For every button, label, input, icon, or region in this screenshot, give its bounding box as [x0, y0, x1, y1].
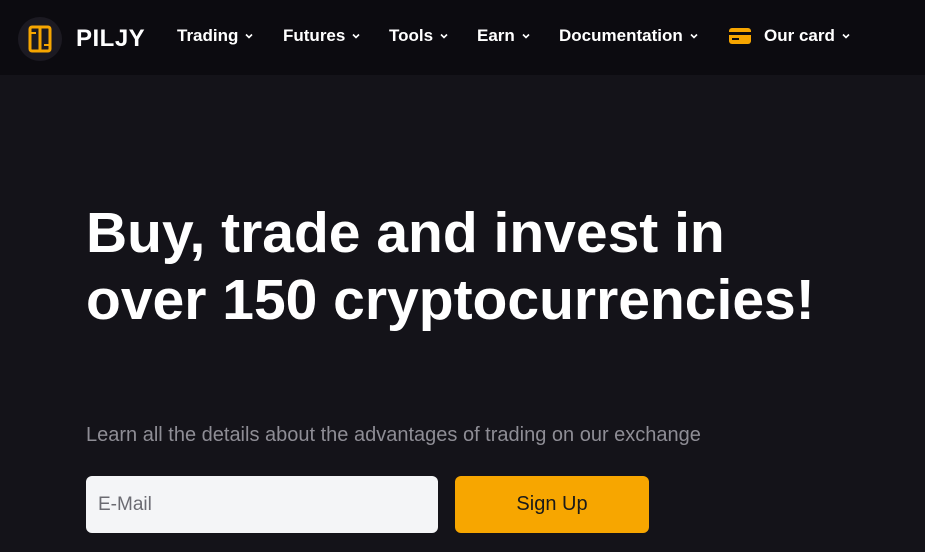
nav-item-label: Our card — [764, 26, 835, 45]
nav-item-earn[interactable]: Earn — [477, 26, 531, 46]
brand-logo[interactable]: PILJY — [18, 17, 145, 61]
chevron-down-icon — [689, 31, 699, 41]
top-navbar: PILJY Trading Futures Tools Earn Documen… — [0, 0, 925, 75]
nav-item-label: Documentation — [559, 26, 683, 45]
nav-item-documentation[interactable]: Documentation — [559, 26, 699, 46]
email-input[interactable] — [86, 476, 438, 533]
nav-item-label: Earn — [477, 26, 515, 45]
chevron-down-icon — [521, 31, 531, 41]
nav-item-label: Futures — [283, 26, 346, 45]
chevron-down-icon — [244, 31, 254, 41]
nav-item-label: Trading — [177, 26, 239, 45]
hero-title: Buy, trade and invest in over 150 crypto… — [86, 201, 815, 332]
nav-item-label: Tools — [389, 26, 434, 45]
nav-item-tools[interactable]: Tools — [389, 26, 449, 46]
sign-up-button[interactable]: Sign Up — [455, 476, 649, 533]
chevron-down-icon — [351, 31, 361, 41]
nav-item-our-card[interactable]: Our card — [728, 26, 851, 46]
chevron-down-icon — [439, 31, 449, 41]
nav-item-trading[interactable]: Trading — [177, 26, 254, 46]
logo-icon — [18, 17, 62, 61]
credit-card-icon — [728, 27, 752, 45]
hero-subtitle: Learn all the details about the advantag… — [86, 424, 701, 446]
nav-item-futures[interactable]: Futures — [283, 26, 361, 46]
brand-name: PILJY — [76, 25, 146, 52]
chevron-down-icon — [841, 31, 851, 41]
